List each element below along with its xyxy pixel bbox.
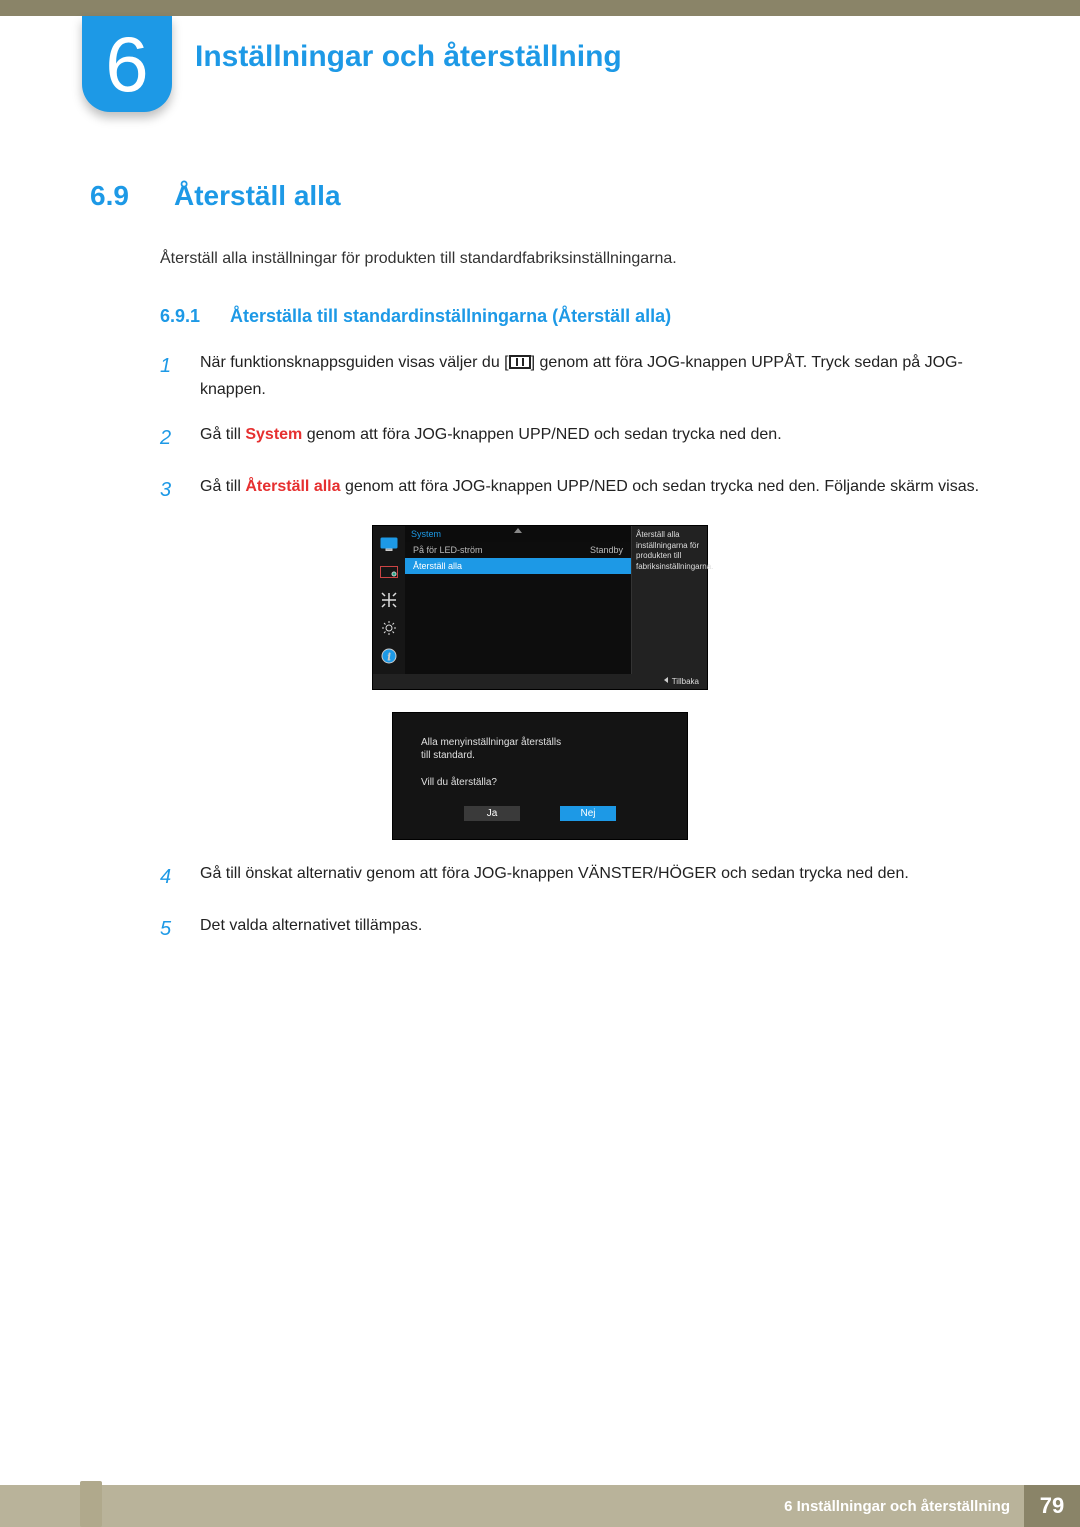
osd-header: System [405,526,631,542]
menu-icon [509,355,531,369]
step-2-keyword: System [245,426,302,443]
osd-back-label: Tillbaka [672,677,699,686]
step-3b: genom att föra JOG-knappen UPP/NED och s… [341,478,980,495]
dialog-line-1: Alla menyinställningar återställs [421,737,659,748]
step-2b: genom att föra JOG-knappen UPP/NED och s… [302,426,781,443]
subsection-number: 6.9.1 [160,306,210,327]
yes-button: Ja [464,806,520,821]
dialog-line-2: till standard. [421,750,659,761]
info-icon: i [380,648,398,664]
osd-row-label: Återställ alla [413,561,462,571]
osd-top: i System På för LED-ström Standby Återst… [373,526,707,674]
svg-text:i: i [388,652,391,663]
step-3a: Gå till [200,478,245,495]
osd-filler [405,574,631,674]
osd-screenshot: i System På för LED-ström Standby Återst… [372,525,708,690]
step-1: 1 När funktionsknappsguiden visas väljer… [160,349,990,403]
osd-row-value: Standby [590,545,623,555]
step-3-keyword: Återställ alla [245,478,340,495]
intro-text: Återställ alla inställningar för produkt… [160,250,990,268]
step-2: 2 Gå till System genom att föra JOG-knap… [160,421,990,455]
osd-description-text: Återställ alla inställningarna för produ… [636,530,713,570]
content-area: 6.9 Återställ alla Återställ alla instäl… [90,180,990,964]
osd-sidebar: i [373,526,405,674]
step-text: Gå till önskat alternativ genom att föra… [200,860,990,894]
no-button: Nej [560,806,616,821]
step-2a: Gå till [200,426,245,443]
top-color-band [0,0,1080,16]
osd-footer: Tillbaka [373,674,707,689]
osd-row-led: På för LED-ström Standby [405,542,631,558]
chapter-badge: 6 [82,16,172,112]
section-number: 6.9 [90,180,146,212]
resize-icon [380,592,398,608]
osd-main-panel: System På för LED-ström Standby Återstäl… [405,526,632,674]
confirm-dialog: Alla menyinställningar återställs till s… [392,712,688,840]
osd-header-label: System [411,529,441,539]
step-3: 3 Gå till Återställ alla genom att föra … [160,473,990,507]
dialog-question: Vill du återställa? [421,777,659,788]
step-4: 4 Gå till önskat alternativ genom att fö… [160,860,990,894]
section-title: Återställ alla [174,180,341,212]
monitor-icon [380,536,398,552]
step-text: Gå till Återställ alla genom att föra JO… [200,473,990,507]
step-number: 3 [160,473,182,507]
left-arrow-icon [664,677,668,683]
osd-description-panel: Återställ alla inställningarna för produ… [632,526,707,674]
chapter-number: 6 [105,25,148,103]
step-5: 5 Det valda alternativet tillämpas. [160,912,990,946]
step-number: 4 [160,860,182,894]
footer-label: 6 Inställningar och återställning [784,1498,1010,1515]
chapter-title: Inställningar och återställning [195,40,622,74]
step-number: 2 [160,421,182,455]
step-text: Det valda alternativet tillämpas. [200,912,990,946]
subsection-heading: 6.9.1 Återställa till standardinställnin… [160,306,990,327]
step-number: 1 [160,349,182,403]
step-1a: När funktionsknappsguiden visas väljer d… [200,354,509,371]
section-heading: 6.9 Återställ alla [90,180,990,212]
dialog-buttons: Ja Nej [421,806,659,821]
subsection-title: Återställa till standardinställningarna … [230,306,671,327]
footer-tab [80,1481,102,1527]
osd-row-label: På för LED-ström [413,545,483,555]
gear-icon [380,620,398,636]
step-text: När funktionsknappsguiden visas väljer d… [200,349,990,403]
picture-icon [380,564,398,580]
step-text: Gå till System genom att föra JOG-knappe… [200,421,990,455]
step-number: 5 [160,912,182,946]
up-arrow-icon [514,528,522,533]
osd-row-reset-all: Återställ alla [405,558,631,574]
page-number: 79 [1024,1485,1080,1527]
footer-bar: 6 Inställningar och återställning [0,1485,1024,1527]
page-footer: 6 Inställningar och återställning 79 [0,1485,1080,1527]
